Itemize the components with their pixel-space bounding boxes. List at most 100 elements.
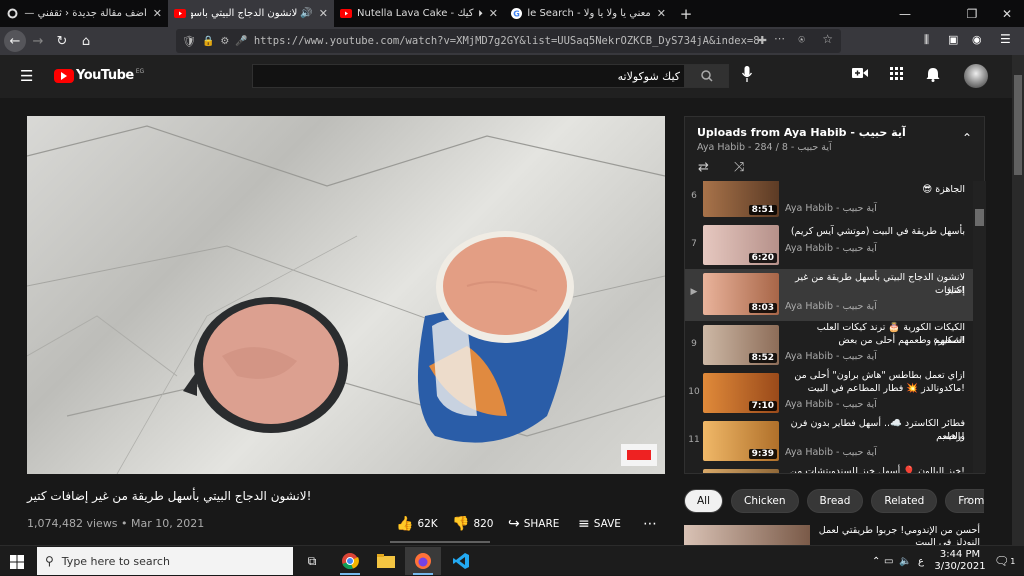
network-icon[interactable]: ▭ [884, 546, 893, 576]
list-item[interactable]: !خبز البالون 🎈 أسهل خبز للسندويتشات من غ… [685, 465, 973, 473]
reload-button[interactable]: ↻ [50, 29, 74, 53]
recommendation-title-line2: النودلز في البيت [915, 537, 980, 545]
address-bar[interactable]: 🛡 🔒 ⚙ 🎤 https://www.youtube.com/watch?v=… [176, 29, 841, 53]
minimize-button[interactable]: — [888, 0, 922, 27]
youtube-logo[interactable]: YouTube EG [54, 68, 144, 83]
pocket-icon[interactable]: ⍟ [798, 33, 805, 47]
chip-chicken[interactable]: Chicken [731, 489, 799, 513]
list-item[interactable]: 7 6:20 بأسهل طريقة في البيت (موتشي آيس ك… [685, 221, 973, 269]
clock[interactable]: 3:44 PM 3/30/2021 [934, 546, 985, 576]
close-window-button[interactable]: ✕ [990, 0, 1024, 27]
create-video-icon[interactable] [852, 67, 868, 83]
shield-icon[interactable]: 🛡 [182, 35, 196, 48]
file-explorer-icon[interactable] [368, 547, 404, 575]
youtube-header: ☰ YouTube EG كيك شوكولاته [0, 55, 1024, 98]
chip-all[interactable]: All [684, 489, 724, 513]
shuffle-icon[interactable]: ⤨ [734, 160, 744, 175]
close-tab-icon[interactable]: ✕ [489, 7, 498, 20]
list-item-current[interactable]: ▶ 8:03 لانشون الدجاج البيتي بأسهل طريقة … [685, 269, 973, 321]
avatar[interactable] [964, 64, 988, 88]
playlist-title[interactable]: Uploads from Aya Habib - آية حبيب [697, 126, 906, 139]
bookmark-star-icon[interactable]: ☆ [822, 32, 833, 46]
notifications-bell-icon[interactable] [926, 67, 940, 86]
tab-title: معني يا ولا يا ولا - Google Search [527, 8, 651, 19]
forward-button[interactable]: → [26, 29, 50, 53]
recommendation-thumbnail[interactable] [684, 525, 810, 545]
menu-icon[interactable]: ☰ [1000, 32, 1011, 46]
close-tab-icon[interactable]: ✕ [319, 7, 328, 20]
permissions-icon[interactable]: ⚙ [220, 36, 229, 47]
search-input[interactable]: كيك شوكولاته [252, 64, 684, 88]
video-thumbnail[interactable] [703, 469, 779, 473]
back-button[interactable]: ← [4, 30, 26, 52]
chip-bread[interactable]: Bread [806, 489, 864, 513]
tab-wordpress[interactable]: أضف مقالة جديدة ‹ ثقفني — ور ✕ [0, 0, 168, 27]
item-channel: Aya Habib - آية حبيب [785, 351, 877, 362]
loop-icon[interactable]: ⇄ [698, 160, 709, 175]
list-item[interactable]: 9 8:52 الكيكات الكورية 🎂 ترند كيكات العل… [685, 321, 973, 369]
tab-google[interactable]: G معني يا ولا يا ولا - Google Search ✕ [504, 0, 672, 27]
chips-next-chevron-icon[interactable]: › [966, 493, 971, 508]
chip-from-aya[interactable]: From Aya H [945, 489, 984, 513]
list-item[interactable]: 6 8:51 الجاهزة 😎 Aya Habib - آية حبيب [685, 181, 973, 221]
chip-related[interactable]: Related [871, 489, 938, 513]
tray-chevron-icon[interactable]: ⌃ [872, 546, 880, 576]
notification-count: 1 [1010, 556, 1016, 566]
item-channel: Aya Habib - آية حبيب [785, 447, 877, 458]
video-thumbnail[interactable]: 8:03 [703, 273, 779, 315]
speaker-icon[interactable]: 🔊 [300, 8, 312, 19]
search-button[interactable] [684, 64, 729, 88]
video-thumbnail[interactable]: 9:39 [703, 421, 779, 461]
video-thumbnail[interactable]: 8:52 [703, 325, 779, 365]
home-button[interactable]: ⌂ [74, 29, 98, 53]
windows-start-icon[interactable] [10, 554, 24, 573]
page-scrollbar-thumb[interactable] [1014, 75, 1022, 175]
apps-icon[interactable] [890, 67, 903, 84]
hamburger-menu-icon[interactable]: ☰ [20, 67, 33, 85]
video-thumbnail[interactable]: 8:51 [703, 181, 779, 217]
mic-icon[interactable]: 🎤 [235, 36, 247, 47]
lock-icon[interactable]: 🔒 [202, 36, 214, 47]
video-player[interactable] [27, 116, 665, 474]
tab-nutella[interactable]: Nutella Lava Cake - لافا كيك ⏵ ✕ [334, 0, 504, 27]
volume-icon[interactable]: 🔈 [899, 546, 911, 576]
dislike-button[interactable]: 👎 820 [452, 516, 493, 532]
library-icon[interactable]: ⫼ [924, 33, 929, 47]
firefox-icon[interactable] [405, 547, 441, 575]
new-tab-button[interactable]: + [672, 0, 700, 27]
list-item[interactable]: 10 7:10 ازاي تعمل بطاطس "هاش براون" أحلى… [685, 369, 973, 417]
page-scrollbar[interactable] [1012, 55, 1024, 545]
extensions-icon[interactable]: ✚ [758, 34, 767, 47]
sidebar-icon[interactable]: ▣ [948, 33, 958, 46]
task-view-icon[interactable]: ⧉ [294, 547, 330, 575]
taskbar-search-input[interactable]: ⚲ Type here to search [37, 547, 293, 575]
recommendation-item[interactable]: أحسن من الإندومي! جربوا طريقتي لعمل النو… [684, 523, 984, 545]
voice-search-icon[interactable] [741, 66, 753, 86]
now-playing-icon: ▶ [690, 287, 698, 297]
collapse-chevron-icon[interactable]: ⌃ [962, 131, 972, 145]
chrome-icon[interactable] [332, 547, 368, 575]
scrollbar-thumb[interactable] [975, 209, 984, 226]
play-icon[interactable]: ⏵ [478, 9, 483, 19]
save-button[interactable]: ≡ SAVE [578, 516, 621, 532]
url-text[interactable]: https://www.youtube.com/watch?v=XMjMD7g2… [254, 35, 760, 47]
account-icon[interactable]: ◉ [972, 33, 982, 46]
vscode-icon[interactable] [443, 547, 479, 575]
item-index: 11 [688, 435, 700, 445]
maximize-button[interactable]: ❐ [955, 0, 989, 27]
like-button[interactable]: 👍 62K [396, 516, 438, 532]
list-item[interactable]: 11 9:39 فطائر الكاسترد ☁️.. أسهل فطاير ب… [685, 417, 973, 465]
close-tab-icon[interactable]: ✕ [153, 7, 162, 20]
close-tab-icon[interactable]: ✕ [657, 7, 666, 20]
tab-youtube-active[interactable]: لانشون الدجاج البيتي بأسهل 🔊 ✕ [168, 0, 334, 27]
playlist-scrollbar[interactable] [973, 181, 986, 473]
more-actions-icon[interactable]: ⋯ [643, 516, 657, 532]
input-language[interactable]: ع [918, 546, 924, 576]
notification-center-icon[interactable]: 🗨 1 [994, 546, 1015, 576]
video-thumbnail[interactable]: 6:20 [703, 225, 779, 265]
video-thumbnail[interactable]: 7:10 [703, 373, 779, 413]
page-actions-icon[interactable]: ⋯ [774, 32, 785, 45]
tab-title: أضف مقالة جديدة ‹ ثقفني — ور [23, 8, 147, 19]
item-title-line2: !شكلهم وطعمهم أحلى من بعض [838, 335, 965, 346]
share-button[interactable]: ↪ SHARE [508, 516, 559, 532]
